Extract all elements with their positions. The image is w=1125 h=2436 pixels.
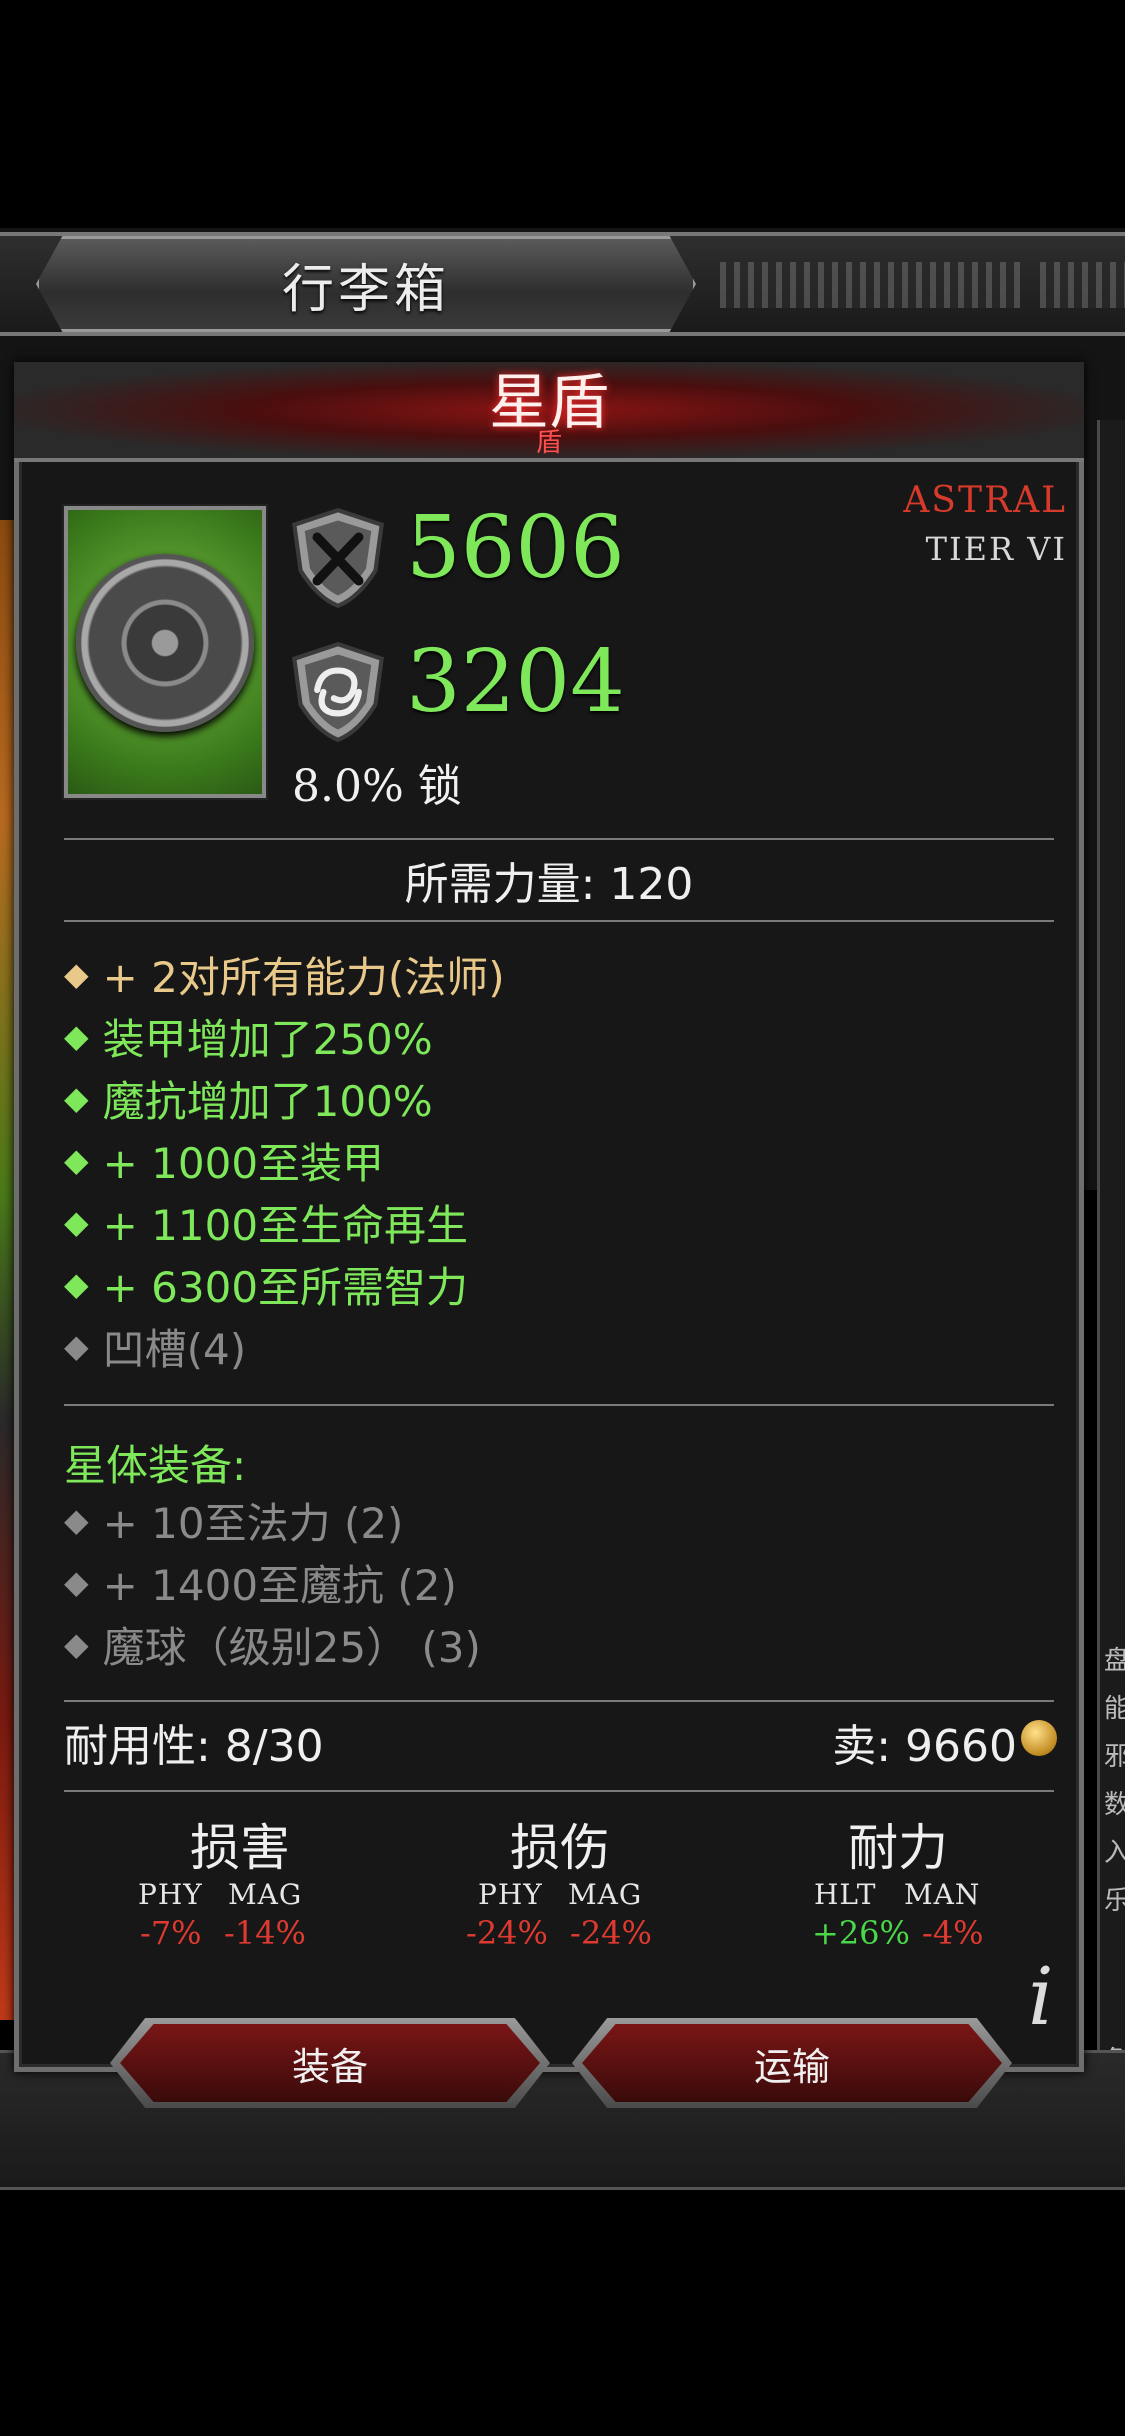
diamond-bullet-icon: ◆ bbox=[64, 1141, 89, 1179]
comparison-value: -7% bbox=[140, 1914, 202, 1952]
comparison-stamina-title: 耐力 bbox=[848, 1819, 948, 1877]
diamond-bullet-icon: ◆ bbox=[64, 1501, 89, 1539]
item-tier: TIER VI bbox=[925, 530, 1067, 568]
side-text: 邪 bbox=[1104, 1742, 1125, 1772]
diamond-bullet-icon: ◆ bbox=[64, 1265, 89, 1303]
side-text: 能 bbox=[1104, 1694, 1125, 1724]
armor-value: 5606 bbox=[406, 498, 625, 598]
diamond-bullet-icon: ◆ bbox=[64, 1203, 89, 1241]
block-chance: 8.0% 锁 bbox=[292, 761, 462, 812]
comparison-label: HLT bbox=[814, 1878, 877, 1911]
set-title: 星体装备: bbox=[64, 1441, 247, 1490]
set-bonus-line: ◆ + 1400至魔抗 (2) bbox=[64, 1560, 457, 1610]
comparison-defense-title: 损伤 bbox=[510, 1819, 610, 1877]
affix-line: ◆ + 1100至生命再生 bbox=[64, 1200, 469, 1250]
diamond-bullet-icon: ◆ bbox=[64, 1079, 89, 1117]
divider bbox=[64, 1700, 1054, 1702]
comparison-value: -14% bbox=[224, 1914, 306, 1952]
swirl-shield-icon bbox=[292, 641, 384, 743]
comparison-damage-title: 损害 bbox=[190, 1819, 290, 1877]
durability: 耐用性: 8/30 bbox=[64, 1721, 324, 1772]
gold-coins-icon bbox=[1021, 1720, 1057, 1756]
diamond-bullet-icon: ◆ bbox=[64, 1563, 89, 1601]
equip-button-label[interactable]: 装备 bbox=[120, 2024, 540, 2102]
set-bonus-line: ◆ + 10至法力 (2) bbox=[64, 1498, 404, 1548]
inventory-title: 行李箱 bbox=[281, 259, 450, 320]
affix-line: ◆ + 2对所有能力(法师) bbox=[64, 952, 505, 1002]
item-rarity: ASTRAL bbox=[903, 480, 1067, 521]
diamond-bullet-icon: ◆ bbox=[64, 1017, 89, 1055]
comparison-label: MAG bbox=[228, 1878, 303, 1911]
magic-resist-value: 3204 bbox=[406, 632, 625, 732]
affix-line: ◆ 装甲增加了250% bbox=[64, 1014, 433, 1064]
side-text: 数 bbox=[1104, 1790, 1125, 1820]
comparison-label: MAN bbox=[904, 1878, 981, 1911]
side-panel-right: 盘 能 邪 数 入 乐 危 bbox=[1097, 420, 1125, 2076]
comparison-value: -4% bbox=[922, 1914, 984, 1952]
celtic-knot-decoration bbox=[720, 262, 1020, 308]
divider bbox=[64, 1790, 1054, 1792]
celtic-knot-decoration bbox=[1040, 262, 1125, 308]
side-text: 乐 bbox=[1104, 1886, 1125, 1916]
side-text: 盘 bbox=[1104, 1646, 1125, 1676]
crossed-swords-shield-icon bbox=[292, 507, 384, 609]
strength-requirement: 所需力量: 120 bbox=[404, 859, 694, 910]
diamond-bullet-icon: ◆ bbox=[64, 1327, 89, 1365]
transport-button-label[interactable]: 运输 bbox=[582, 2024, 1002, 2102]
comparison-label: PHY bbox=[478, 1878, 543, 1911]
info-button[interactable]: i bbox=[1028, 1950, 1054, 2043]
diamond-bullet-icon: ◆ bbox=[64, 955, 89, 993]
side-text: 入 bbox=[1104, 1838, 1125, 1868]
item-type: 盾 bbox=[535, 428, 562, 458]
comparison-value: +26% bbox=[812, 1914, 910, 1952]
divider bbox=[64, 920, 1054, 922]
affix-line: ◆ 凹槽(4) bbox=[64, 1324, 247, 1374]
comparison-label: PHY bbox=[138, 1878, 203, 1911]
set-bonus-line: ◆ 魔球（级别25） (3) bbox=[64, 1622, 481, 1672]
round-shield-icon bbox=[76, 554, 254, 732]
divider bbox=[64, 1404, 1054, 1406]
comparison-value: -24% bbox=[570, 1914, 652, 1952]
comparison-value: -24% bbox=[466, 1914, 548, 1952]
comparison-label: MAG bbox=[568, 1878, 643, 1911]
sell-price: 卖: 9660 bbox=[832, 1721, 1017, 1772]
affix-line: ◆ + 6300至所需智力 bbox=[64, 1262, 469, 1312]
affix-line: ◆ 魔抗增加了100% bbox=[64, 1076, 433, 1126]
divider bbox=[64, 838, 1054, 840]
affix-line: ◆ + 1000至装甲 bbox=[64, 1138, 385, 1188]
diamond-bullet-icon: ◆ bbox=[64, 1625, 89, 1663]
